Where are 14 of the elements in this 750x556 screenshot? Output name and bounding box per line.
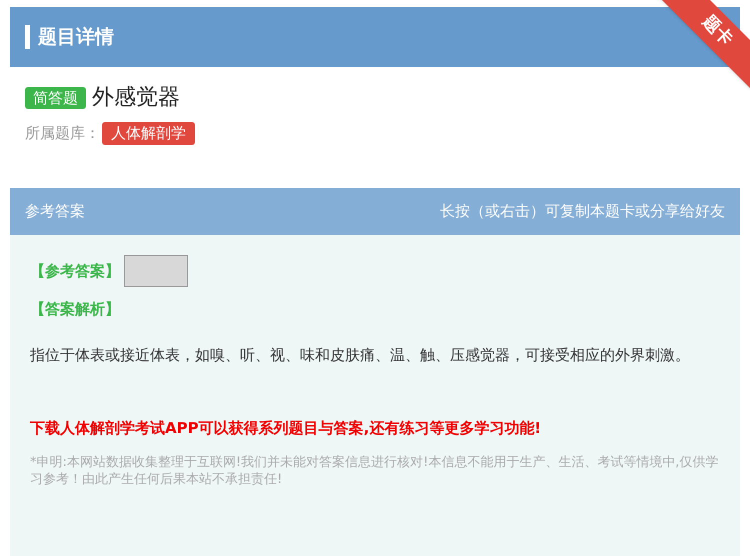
answer-label: 【参考答案】 [30, 260, 120, 282]
library-tag[interactable]: 人体解剖学 [102, 122, 195, 145]
analysis-label: 【答案解析】 [30, 300, 120, 318]
answer-image-placeholder [124, 255, 188, 287]
promo-text: 下载人体解剖学考试APP可以获得系列题目与答案,还有练习等更多学习功能! [30, 418, 542, 439]
answer-panel-title: 参考答案 [25, 201, 85, 222]
library-label: 所属题库： [25, 123, 100, 144]
accent-bar [25, 25, 30, 49]
question-type-tag: 简答题 [25, 86, 86, 108]
share-hint: 长按（或右击）可复制本题卡或分享给好友 [440, 201, 725, 222]
disclaimer-text: *申明:本网站数据收集整理于互联网!我们并未能对答案信息进行核对!本信息不能用于生产、生活、考试等情境中,仅供学习参考！由此产生任何后果本站不承担责任! [30, 454, 720, 488]
question-title: 外感觉器 [92, 84, 180, 112]
analysis-text: 指位于体表或接近体表，如嗅、听、视、味和皮肤痛、温、触、压感觉器，可接受相应的外界刺激。 [30, 345, 691, 366]
header-title: 题目详情 [38, 24, 114, 50]
